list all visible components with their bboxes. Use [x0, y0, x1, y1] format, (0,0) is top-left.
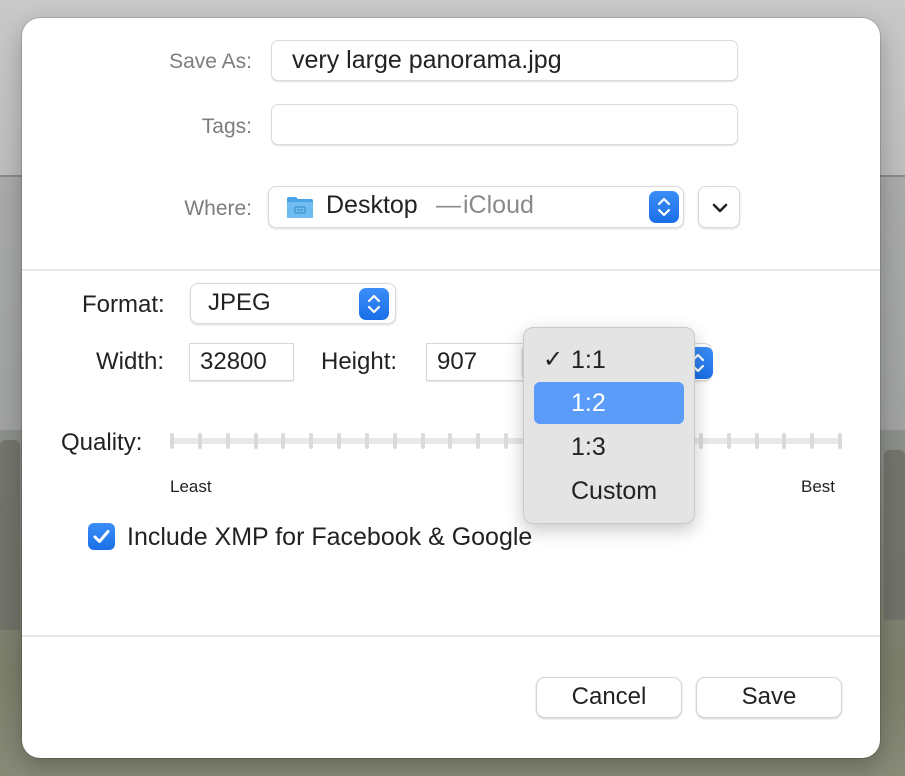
- quality-slider-tick: [364, 433, 369, 449]
- menu-item-label: 1:1: [571, 346, 606, 374]
- filename-input[interactable]: very large panorama.jpg: [271, 40, 738, 81]
- save-button[interactable]: Save: [696, 677, 842, 718]
- quality-slider-tick: [754, 433, 759, 449]
- folder-icon: [286, 195, 314, 219]
- quality-slider-tick: [726, 433, 731, 449]
- expand-dialog-button[interactable]: [698, 186, 740, 228]
- quality-slider-tick: [810, 433, 815, 449]
- section-divider: [22, 269, 880, 271]
- quality-slider-tick: [225, 433, 230, 449]
- save-dialog: Save As: very large panorama.jpg Tags: W…: [22, 18, 880, 758]
- ratio-menu-item-1-3[interactable]: 1:3: [534, 426, 684, 468]
- width-input[interactable]: 32800: [189, 343, 294, 381]
- save-as-label: Save As:: [169, 50, 252, 73]
- quality-slider-tick: [337, 433, 341, 449]
- quality-slider-tick: [170, 433, 174, 449]
- quality-slider-tick: [782, 433, 787, 449]
- format-popup[interactable]: JPEG: [190, 283, 396, 324]
- menu-item-label: 1:2: [571, 389, 606, 417]
- background-stone: [0, 440, 20, 630]
- quality-slider-tick: [476, 433, 481, 449]
- chevron-down-icon: [710, 199, 730, 222]
- height-input[interactable]: 907: [426, 343, 536, 381]
- quality-slider-tick: [253, 433, 258, 449]
- location-popup[interactable]: Desktop — iCloud: [268, 186, 684, 228]
- menu-item-label: 1:3: [571, 433, 606, 461]
- quality-slider-tick: [838, 433, 842, 449]
- quality-slider-tick: [392, 433, 397, 449]
- xmp-checkbox[interactable]: [88, 523, 115, 550]
- location-service: iCloud: [463, 191, 534, 219]
- quality-slider-tick: [448, 433, 453, 449]
- location-name: Desktop: [326, 191, 418, 219]
- footer-divider: [22, 635, 880, 637]
- quality-slider-tick: [420, 433, 425, 449]
- height-label: Height:: [321, 348, 398, 375]
- ratio-menu-item-1-1[interactable]: ✓ 1:1: [534, 339, 684, 381]
- quality-min-label: Least: [170, 477, 212, 496]
- width-label: Width:: [96, 348, 165, 375]
- ratio-menu-item-1-2[interactable]: 1:2: [534, 382, 684, 424]
- quality-max-label: Best: [801, 477, 836, 496]
- quality-slider-tick: [698, 433, 703, 449]
- menu-item-label: Custom: [571, 477, 658, 505]
- cancel-button[interactable]: Cancel: [536, 677, 682, 718]
- location-stepper-icon: [649, 191, 679, 223]
- quality-slider-tick: [197, 433, 202, 449]
- checkmark-icon: [93, 530, 110, 543]
- quality-slider-tick: [504, 433, 508, 449]
- quality-slider-tick: [309, 433, 314, 449]
- format-label: Format:: [82, 291, 165, 318]
- format-stepper-icon: [359, 288, 389, 320]
- checkmark-icon: ✓: [543, 346, 564, 373]
- tags-input[interactable]: [271, 104, 738, 145]
- quality-slider-tick: [281, 433, 286, 449]
- quality-label: Quality:: [61, 429, 143, 456]
- ratio-menu-item-custom[interactable]: Custom: [534, 470, 684, 512]
- format-value: JPEG: [208, 289, 271, 316]
- ratio-menu: ✓ 1:1 1:2 1:3 Custom: [523, 327, 695, 524]
- xmp-label: Include XMP for Facebook & Google: [127, 523, 533, 551]
- background-stone: [884, 450, 905, 620]
- tags-label: Tags:: [201, 115, 252, 138]
- where-label: Where:: [184, 197, 252, 220]
